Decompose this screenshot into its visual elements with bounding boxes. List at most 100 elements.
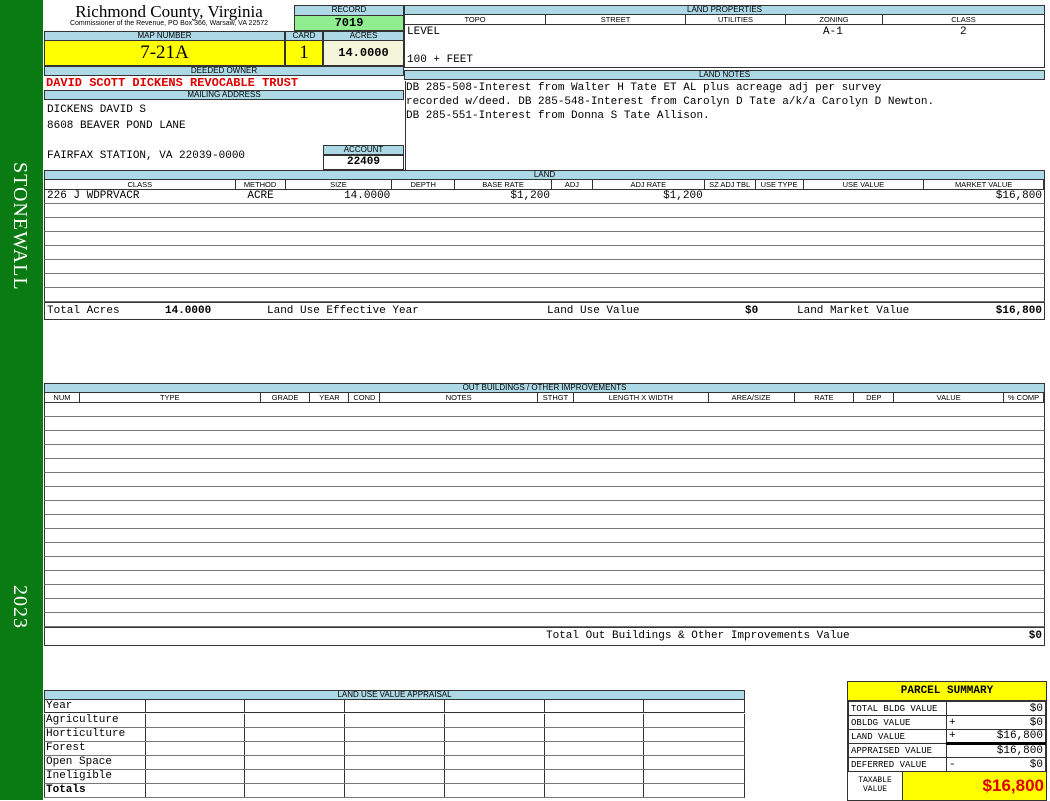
land-use-cell [445, 728, 545, 741]
note-line: DB 285-508-Interest from Walter H Tate E… [406, 82, 882, 94]
land-cell [804, 232, 925, 245]
mailing-address: DICKENS DAVID S 8608 BEAVER POND LANE FA… [47, 102, 245, 164]
outbuilding-row [44, 487, 1045, 501]
land-cell [392, 204, 455, 217]
land-use-label: Totals [45, 784, 146, 797]
land-cell [924, 274, 1044, 287]
land-use-cell [245, 742, 346, 755]
summary-row: APPRAISED VALUE $16,800 [848, 742, 1046, 758]
outbuilding-col-header: LENGTH X WIDTH [574, 393, 709, 402]
land-cell: $1,200 [663, 190, 703, 202]
land-use-row: Forest [44, 742, 745, 756]
land-use-row: Totals [44, 784, 745, 798]
land-cell [236, 232, 286, 245]
land-cell [552, 190, 593, 203]
land-col-header: ADJ RATE [593, 180, 705, 189]
outbuilding-row [44, 613, 1045, 627]
land-use-cell [545, 756, 645, 769]
land-cell [286, 204, 393, 217]
land-cell [45, 274, 236, 287]
land-cell [756, 260, 804, 273]
land-use-cell [345, 714, 445, 727]
land-use-cell [445, 700, 545, 712]
account-number: 22409 [323, 155, 404, 170]
summary-value: $16,800 [946, 742, 1046, 758]
outbuilding-col-header: DEP [854, 393, 895, 402]
land-cell [804, 190, 925, 203]
land-row [44, 204, 1045, 218]
summary-operator: + [949, 716, 956, 729]
outbuilding-row [44, 515, 1045, 529]
land-row [44, 218, 1045, 232]
land-cell [756, 218, 804, 231]
land-cell: $1,200 [510, 190, 550, 202]
land-use-row: Agriculture [44, 714, 745, 728]
summary-amount: $0 [1029, 716, 1043, 729]
land-cell [455, 246, 552, 259]
land-cell [924, 218, 1044, 231]
land-cell [705, 274, 756, 287]
land-cell [286, 260, 393, 273]
land-cell [593, 246, 705, 259]
outbuildings-table [44, 403, 1045, 627]
county-header: Richmond County, Virginia Commissioner o… [44, 3, 294, 27]
district-label: STONEWALL [9, 162, 31, 291]
county-title: Richmond County, Virginia [75, 2, 263, 21]
land-cell [392, 246, 455, 259]
land-cell [392, 288, 455, 301]
summary-label: OBLDG VALUE [848, 715, 947, 730]
land-cell [45, 218, 236, 231]
land-cell [45, 260, 236, 273]
land-col-header: METHOD [236, 180, 286, 189]
land-col-header: ADJ [552, 180, 593, 189]
summary-operator: + [949, 730, 956, 742]
land-use-cell [345, 742, 445, 755]
land-cell [705, 204, 756, 217]
land-use-cell [545, 728, 645, 741]
class-value: 2 [960, 26, 967, 38]
land-use-cell [245, 714, 346, 727]
summary-row: LAND VALUE + $16,800 [848, 729, 1046, 744]
col-topo: TOPO [405, 15, 546, 24]
land-use-cell [644, 756, 744, 769]
land-cell [236, 274, 286, 287]
land-cell [286, 274, 393, 287]
land-use-row: Ineligible [44, 770, 745, 784]
land-use-cell [445, 756, 545, 769]
land-use-cell [644, 770, 744, 783]
land-table: 226 J WDPRVACR ACRE 14.0000 $1,200 $1,200 $16… [44, 190, 1045, 302]
land-cell [392, 260, 455, 273]
land-use-label: Agriculture [45, 714, 146, 727]
parcel-summary-title: PARCEL SUMMARY [848, 682, 1046, 701]
outbuilding-col-header: YEAR [310, 393, 350, 402]
land-use-cell [245, 700, 346, 712]
land-cell [593, 232, 705, 245]
land-use-cell [644, 714, 744, 727]
land-totals: Total Acres 14.0000 Land Use Effective Y… [44, 302, 1045, 320]
land-use-cell [644, 700, 744, 712]
land-use-cell [644, 784, 744, 797]
col-zoning: ZONING [786, 15, 883, 24]
land-col-header: DEPTH [392, 180, 456, 189]
land-cell [756, 204, 804, 217]
land-col-header: CLASS [45, 180, 236, 189]
land-cell [756, 190, 804, 203]
map-number: 7-21A [44, 40, 285, 66]
land-use-cell [245, 756, 346, 769]
land-cell: ACRE [247, 190, 274, 202]
outbuilding-col-header: TYPE [80, 393, 261, 402]
outbuilding-col-header: GRADE [261, 393, 311, 402]
outbuildings-total-value: $0 [1028, 630, 1042, 642]
outbuilding-row [44, 445, 1045, 459]
district-sidebar: STONEWALL 2023 [0, 0, 43, 800]
outbuildings-total-label: Total Out Buildings & Other Improvements… [546, 630, 850, 642]
land-cell [705, 218, 756, 231]
land-cell [705, 288, 756, 301]
land-col-header: MARKET VALUE [924, 180, 1045, 189]
use-value: $0 [745, 305, 759, 317]
col-street: STREET [546, 15, 686, 24]
land-use-cell [146, 784, 246, 797]
outbuilding-row [44, 403, 1045, 417]
col-utilities: UTILITIES [686, 15, 786, 24]
land-cell [705, 260, 756, 273]
